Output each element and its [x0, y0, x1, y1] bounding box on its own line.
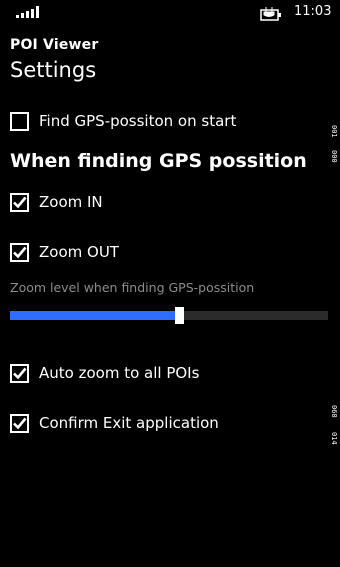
signal-strength-icon — [16, 6, 40, 18]
zoom-out-label: Zoom OUT — [39, 243, 119, 261]
slider-thumb[interactable] — [175, 307, 184, 324]
checkmark-icon — [13, 246, 27, 258]
zoom-out-checkbox[interactable]: Zoom OUT — [10, 239, 119, 265]
confirm-exit-checkbox[interactable]: Confirm Exit application — [10, 410, 219, 436]
zoom-level-slider[interactable] — [10, 307, 328, 324]
checkmark-icon — [13, 367, 27, 379]
find-gps-on-start-checkbox[interactable]: Find GPS-possiton on start — [10, 108, 236, 134]
checkbox-unchecked[interactable] — [10, 111, 29, 131]
battery-charging-icon — [260, 6, 282, 21]
status-bar: 11:03 — [0, 0, 340, 26]
page-title: Settings — [10, 58, 97, 82]
checkmark-icon — [13, 417, 27, 429]
edge-label: 001 — [330, 125, 338, 138]
confirm-exit-label: Confirm Exit application — [39, 414, 219, 432]
checkbox-checked[interactable] — [10, 192, 29, 212]
zoom-level-caption: Zoom level when finding GPS-possition — [10, 280, 255, 295]
checkbox-checked[interactable] — [10, 363, 29, 383]
checkbox-checked[interactable] — [10, 413, 29, 433]
section-heading: When finding GPS possition — [10, 150, 307, 172]
edge-label: 014 — [330, 432, 338, 445]
find-gps-on-start-label: Find GPS-possiton on start — [39, 112, 237, 130]
zoom-in-label: Zoom IN — [39, 193, 103, 211]
edge-label: 000 — [330, 150, 338, 163]
auto-zoom-all-pois-label: Auto zoom to all POIs — [39, 364, 200, 382]
checkbox-checked[interactable] — [10, 242, 29, 262]
zoom-in-checkbox[interactable]: Zoom IN — [10, 189, 103, 215]
checkmark-icon — [13, 196, 27, 208]
slider-fill — [10, 311, 179, 320]
auto-zoom-all-pois-checkbox[interactable]: Auto zoom to all POIs — [10, 360, 199, 386]
app-title: POI Viewer — [10, 37, 99, 53]
clock: 11:03 — [294, 4, 332, 19]
edge-label: 060 — [330, 405, 338, 418]
